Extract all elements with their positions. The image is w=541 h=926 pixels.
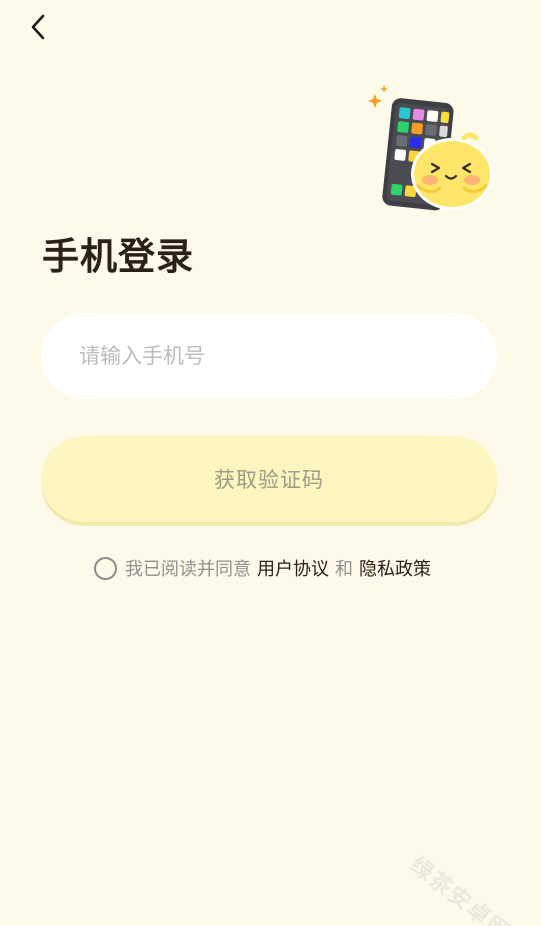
illustration: [366, 82, 498, 214]
chevron-left-icon: [31, 14, 45, 40]
phone-chick-mascot-icon: [368, 85, 493, 211]
back-button[interactable]: [22, 10, 54, 44]
privacy-policy-link[interactable]: 隐私政策: [359, 555, 431, 581]
agreement-conjunction: 和: [335, 559, 353, 580]
agreement-row: 我已阅读并同意 用户协议 和 隐私政策: [94, 554, 431, 582]
page-title: 手机登录: [42, 235, 194, 278]
get-verification-code-button[interactable]: 获取验证码: [41, 436, 497, 522]
agreement-checkbox[interactable]: [94, 556, 117, 580]
phone-number-input[interactable]: [41, 313, 497, 399]
watermark: 绿茶安卓网: [404, 852, 515, 926]
login-page: 手机登录 获取验证码 我已阅读并同意 用户协议 和 隐私政策 绿茶安卓网: [0, 0, 541, 926]
user-agreement-link[interactable]: 用户协议: [257, 555, 329, 581]
agreement-prefix: 我已阅读并同意: [125, 559, 251, 580]
